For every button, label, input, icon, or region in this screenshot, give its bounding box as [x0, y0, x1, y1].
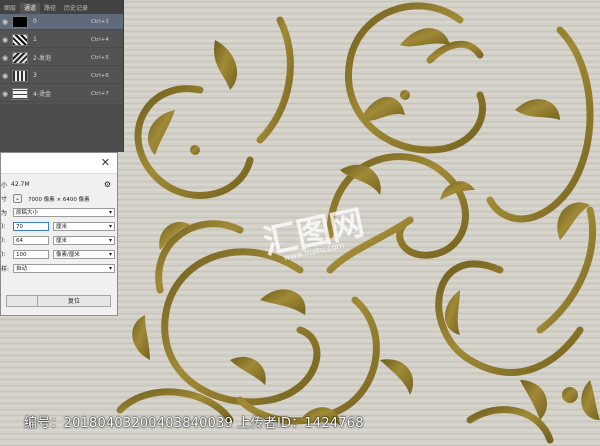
- resolution-row: ): 100 像素/厘米: [1, 249, 119, 260]
- dimensions-row: 寸 ⌄ 7000 像素 × 6400 像素: [1, 193, 119, 204]
- dialog-titlebar: ✕: [1, 153, 117, 174]
- resolution-label: ):: [1, 251, 6, 258]
- size-row: 小 42.7M ⚙: [1, 179, 119, 190]
- dimensions-toggle-icon[interactable]: ⌄: [13, 194, 23, 203]
- channel-thumbnail: [12, 33, 28, 46]
- height-label: ):: [1, 237, 6, 244]
- width-row: ): 70 厘米: [1, 221, 119, 232]
- width-unit-select[interactable]: 厘米: [53, 222, 115, 231]
- visibility-eye-icon[interactable]: ◉: [0, 72, 10, 80]
- height-input[interactable]: 64: [13, 236, 49, 245]
- height-row: ): 64 厘米: [1, 235, 119, 246]
- resample-row: 样: 自动: [1, 263, 119, 274]
- tab-channels[interactable]: 通道: [20, 3, 41, 14]
- channel-shortcut: Ctrl+7: [91, 90, 109, 97]
- visibility-eye-icon[interactable]: ◉: [0, 18, 10, 26]
- channel-row-0[interactable]: ◉ 0 Ctrl+3: [0, 14, 123, 30]
- channel-thumbnail: [12, 15, 28, 28]
- visibility-eye-icon[interactable]: ◉: [0, 36, 10, 44]
- tab-history[interactable]: 历史记录: [60, 3, 92, 14]
- fit-row: 为 原稿大小: [1, 207, 119, 218]
- channel-thumbnail: [12, 51, 28, 64]
- channel-name: 1: [33, 36, 37, 43]
- channel-row-4[interactable]: ◉ 4-烫金 Ctrl+7: [0, 86, 123, 102]
- resample-label: 样:: [1, 266, 10, 273]
- size-label: 小: [1, 182, 8, 189]
- channel-shortcut: Ctrl+6: [91, 72, 109, 79]
- resolution-unit-select[interactable]: 像素/厘米: [53, 250, 115, 259]
- close-icon[interactable]: ✕: [101, 156, 110, 169]
- fit-label: 为: [1, 210, 8, 217]
- channel-thumbnail: [12, 87, 28, 100]
- panel-tab-bar: 图层 通道 路径 历史记录: [0, 0, 123, 14]
- tab-layers[interactable]: 图层: [0, 3, 20, 14]
- channel-shortcut: Ctrl+5: [91, 54, 109, 61]
- channel-shortcut: Ctrl+4: [91, 36, 109, 43]
- width-label: ):: [1, 223, 6, 230]
- channel-row-2[interactable]: ◉ 2-发泡 Ctrl+5: [0, 50, 123, 66]
- channel-row-1[interactable]: ◉ 1 Ctrl+4: [0, 32, 123, 48]
- height-unit-select[interactable]: 厘米: [53, 236, 115, 245]
- width-input[interactable]: 70: [13, 222, 49, 231]
- image-id-caption: 编号：20180403200403840039 上传者ID：1424768: [24, 416, 364, 431]
- channel-name: 2-发泡: [33, 55, 51, 62]
- image-size-dialog: ✕ 小 42.7M ⚙ 寸 ⌄ 7000 像素 × 6400 像素 为 原稿大小…: [0, 152, 118, 316]
- dimensions-label: 寸: [1, 196, 8, 203]
- channel-shortcut: Ctrl+3: [91, 18, 109, 25]
- channel-name: 0: [33, 18, 37, 25]
- channel-thumbnail: [12, 69, 28, 82]
- size-value: 42.7M: [11, 181, 30, 188]
- channel-name: 3: [33, 72, 37, 79]
- visibility-eye-icon[interactable]: ◉: [0, 90, 10, 98]
- channel-name: 4-烫金: [33, 91, 51, 98]
- panel-empty-area: [0, 104, 123, 152]
- channels-panel: 图层 通道 路径 历史记录 ◉ 0 Ctrl+3 ◉ 1 Ctrl+4 ◉ 2-…: [0, 0, 124, 152]
- tab-paths[interactable]: 路径: [40, 3, 60, 14]
- channel-row-3[interactable]: ◉ 3 Ctrl+6: [0, 68, 123, 84]
- reset-button[interactable]: 复位: [37, 295, 111, 307]
- visibility-eye-icon[interactable]: ◉: [0, 54, 10, 62]
- resolution-input[interactable]: 100: [13, 250, 49, 259]
- gear-icon[interactable]: ⚙: [104, 180, 111, 189]
- dimensions-value: 7000 像素 × 6400 像素: [28, 196, 90, 203]
- resample-select[interactable]: 自动: [13, 264, 115, 273]
- fit-select[interactable]: 原稿大小: [13, 208, 115, 217]
